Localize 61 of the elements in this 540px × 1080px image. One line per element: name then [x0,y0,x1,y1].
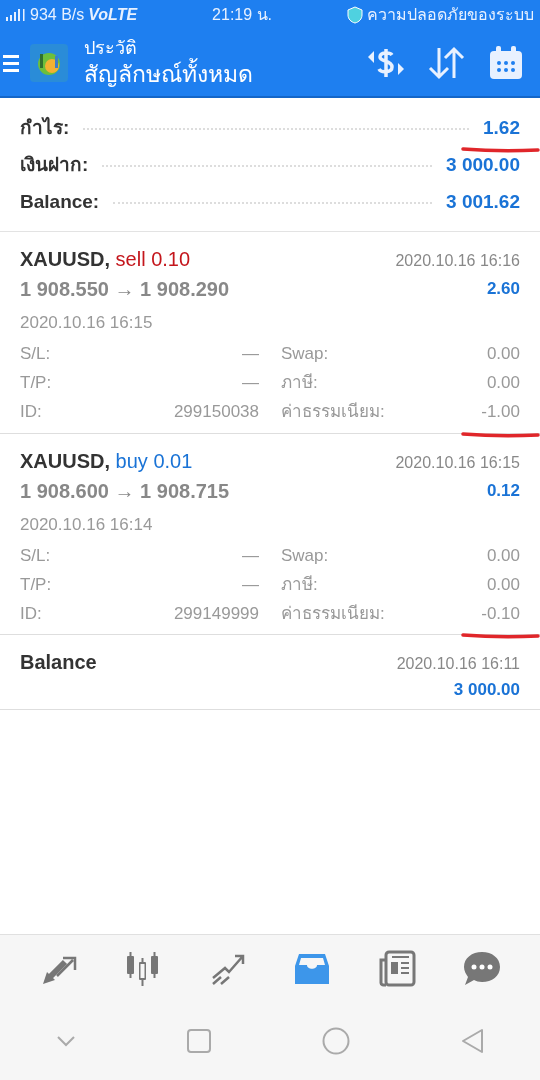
field-value: — [242,372,259,395]
summary-value: 3 001.62 [446,190,520,215]
field-value: 299149999 [173,602,259,625]
field-label: ภาษี: [281,372,318,395]
signal-icon [4,7,26,23]
calendar-icon [488,45,524,81]
deal-time: 2020.10.16 16:11 [396,654,520,674]
field-label: ภาษี: [281,573,318,596]
field-label: ID: [20,401,42,424]
summary-value: 3 000.00 [446,153,520,178]
back-icon[interactable] [460,1028,485,1054]
deal-time: 2020.10.16 16:16 [395,251,520,271]
deal-profit: 0.12 [486,479,520,502]
app-logo-icon [30,44,68,82]
summary-label: กำไร: [20,116,70,141]
field-value: -1.00 [481,401,520,424]
clock: 21:19 น. [212,5,273,25]
field-value: 0.00 [486,343,520,366]
open-time: 2020.10.16 16:15 [20,312,154,334]
field-value: — [242,573,259,596]
screen-title: สัญลักษณ์ทั้งหมด [84,59,356,89]
security-label: ความปลอดภัยของระบบ [367,5,534,25]
field-value: 0.00 [486,573,520,596]
shield-icon [347,6,363,24]
field-label: T/P: [20,573,52,596]
field-value: — [242,343,259,366]
deal-label: Balance [20,650,97,675]
field-label: ค่าธรรมเนียม: [281,401,385,424]
field-value: 0.00 [486,372,520,395]
field-value: 0.00 [486,544,520,567]
summary-label: เงินฝาก: [20,153,89,178]
summary-label: Balance: [20,190,100,215]
summary-value: 1.62 [483,116,520,141]
open-time: 2020.10.16 16:14 [20,513,154,536]
deal-profit: 2.60 [486,278,520,301]
recent-apps-icon[interactable] [186,1029,211,1053]
volte-label: VoLTE [88,5,138,25]
chevron-down-icon[interactable] [55,1035,76,1047]
field-label: S/L: [20,343,51,366]
home-icon[interactable] [321,1027,350,1055]
deal-amount: 3 000.00 [453,679,520,701]
deal-symbol: XAUUSD, sell 0.10 [20,247,191,272]
sort-icon [427,46,465,80]
field-label: S/L: [20,544,51,567]
field-label: T/P: [20,372,52,395]
deal-time: 2020.10.16 16:15 [395,452,520,473]
chat-bubble-icon [462,950,501,987]
field-label: Swap: [281,544,329,567]
deal-symbol: XAUUSD, buy 0.01 [20,448,193,474]
deal-prices: 1 908.550 → 1 908.290 [20,277,230,302]
field-value: — [242,544,259,567]
field-label: ค่าธรรมเนียม: [281,602,385,625]
menu-icon [3,53,19,73]
newspaper-icon [377,950,416,987]
screen-subtitle: ประวัติ [84,37,138,58]
field-value: -0.10 [481,602,520,625]
deal-prices: 1 908.600 → 1 908.715 [20,478,230,504]
field-label: ID: [20,602,42,625]
field-label: Swap: [281,343,329,366]
network-speed: 934 B/s [30,5,85,25]
field-value: 299150038 [173,401,259,424]
